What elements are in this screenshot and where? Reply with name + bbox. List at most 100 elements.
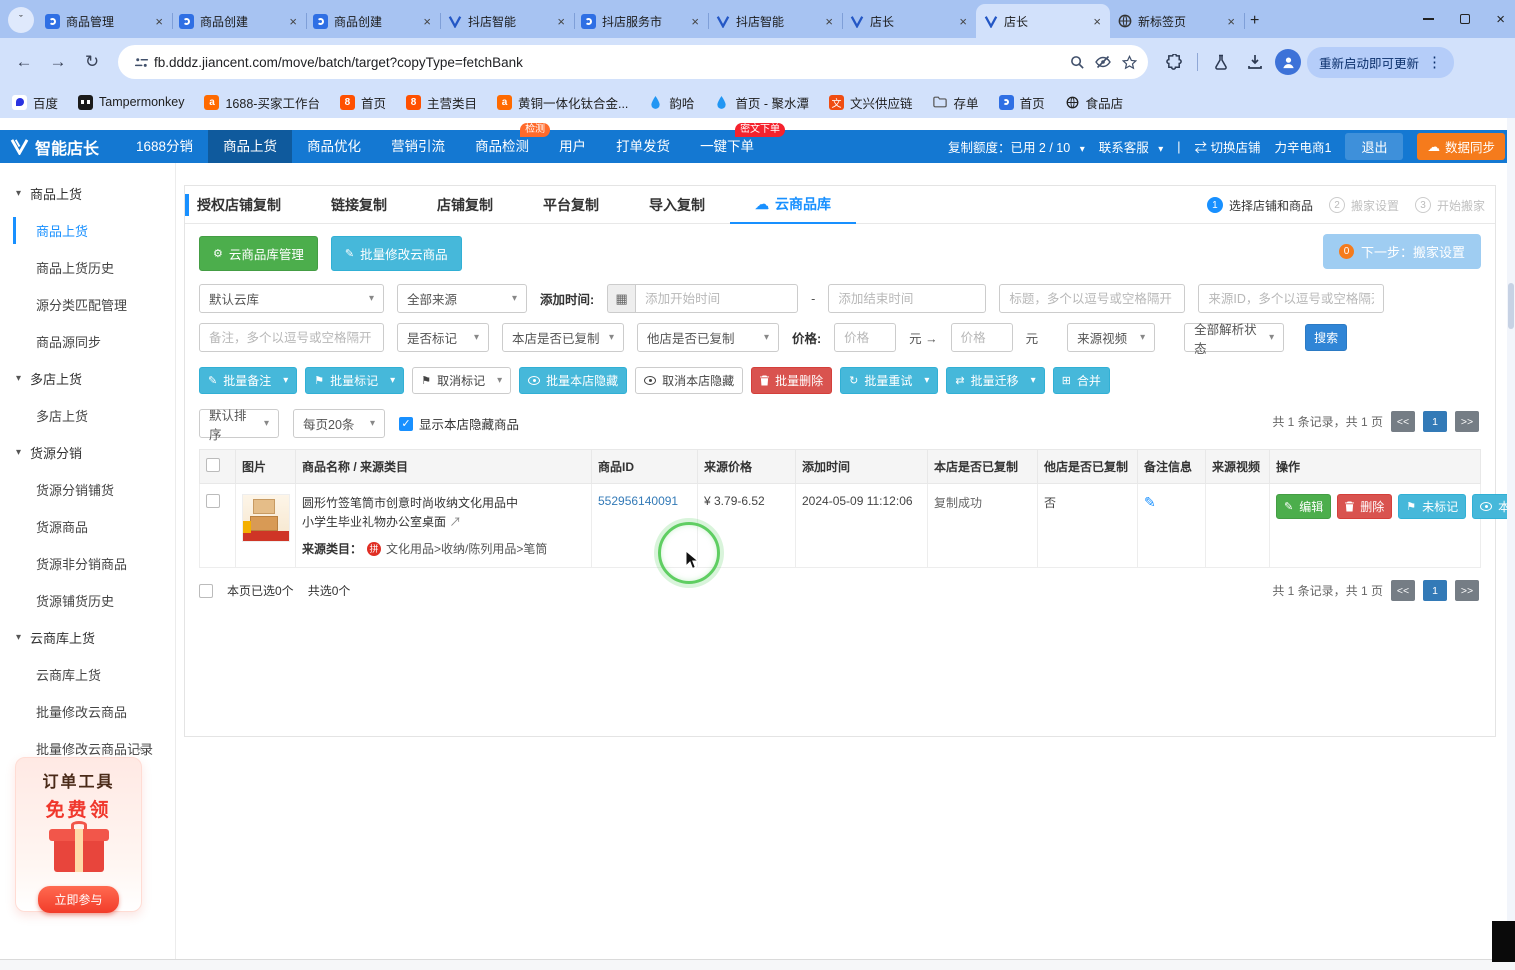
browser-tab[interactable]: 抖店智能 × bbox=[708, 4, 842, 38]
tab-authorized-copy[interactable]: 授权店铺复制 bbox=[191, 186, 306, 224]
note-input[interactable] bbox=[199, 323, 384, 352]
batch-retry-button[interactable]: ↻批量重试▾ bbox=[840, 367, 938, 394]
contact-service-dropdown[interactable]: 联系客服 ▾ bbox=[1099, 137, 1164, 156]
prev-page-button[interactable]: << bbox=[1391, 580, 1415, 601]
batch-delete-button[interactable]: 批量删除 bbox=[751, 367, 832, 394]
edit-note-icon[interactable]: ✎ bbox=[1144, 494, 1156, 510]
other-copied-select[interactable]: 他店是否已复制▾ bbox=[637, 323, 779, 352]
tab-close-icon[interactable]: × bbox=[153, 14, 165, 29]
sidebar-item-product-upload[interactable]: 商品上货 bbox=[0, 212, 175, 249]
logout-button[interactable]: 退出 bbox=[1345, 133, 1403, 160]
tab-close-icon[interactable]: × bbox=[1091, 14, 1103, 29]
sidebar-item-batch-edit-cloud[interactable]: 批量修改云商品 bbox=[0, 693, 175, 730]
site-info-icon[interactable] bbox=[128, 49, 154, 75]
bookmark-home1[interactable]: 8首页 bbox=[340, 93, 386, 112]
nav-item-product-upload[interactable]: 商品上货 bbox=[208, 130, 292, 163]
download-icon[interactable] bbox=[1241, 48, 1269, 76]
sidebar-item-cloud-upload[interactable]: 云商库上货 bbox=[0, 656, 175, 693]
unmarked-button[interactable]: ⚑未标记 bbox=[1398, 494, 1466, 519]
minimize-icon[interactable] bbox=[1423, 18, 1434, 20]
profile-avatar[interactable] bbox=[1275, 49, 1301, 75]
next-page-button[interactable]: >> bbox=[1455, 411, 1479, 432]
browser-tab[interactable]: 商品创建 × bbox=[306, 4, 440, 38]
external-link-icon[interactable]: ↗ bbox=[449, 515, 461, 529]
product-name-link[interactable]: 圆形竹签笔筒市创意时尚收纳文化用品中 小学生毕业礼物办公室桌面 ↗ bbox=[302, 494, 585, 531]
page-size-select[interactable]: 每页20条▾ bbox=[293, 409, 385, 438]
browser-tab[interactable]: 商品创建 × bbox=[172, 4, 306, 38]
nav-item-optimize[interactable]: 商品优化 bbox=[292, 130, 376, 163]
url-text[interactable]: fb.dddz.jiancent.com/move/batch/target?c… bbox=[154, 55, 1064, 70]
bookmark-wenxing[interactable]: 文文兴供应链 bbox=[829, 93, 913, 112]
product-image[interactable] bbox=[242, 494, 290, 542]
start-time-input[interactable] bbox=[635, 284, 798, 313]
sidebar-item-category-match[interactable]: 源分类匹配管理 bbox=[0, 286, 175, 323]
window-close-icon[interactable]: × bbox=[1496, 11, 1505, 28]
flask-icon[interactable] bbox=[1207, 48, 1235, 76]
calendar-icon[interactable]: ▦ bbox=[607, 284, 635, 313]
nav-item-marketing[interactable]: 营销引流 bbox=[376, 130, 460, 163]
page-scrollbar[interactable] bbox=[1507, 118, 1515, 959]
bookmark-foodshop[interactable]: 食品店 bbox=[1065, 93, 1124, 112]
back-icon[interactable]: ← bbox=[10, 48, 38, 76]
tab-close-icon[interactable]: × bbox=[823, 14, 835, 29]
cloud-store-select[interactable]: 默认云库▾ bbox=[199, 284, 384, 313]
select-all-checkbox[interactable] bbox=[206, 458, 220, 472]
nav-item-one-click-order[interactable]: 一键下单密文下单 bbox=[685, 130, 769, 163]
tab-cloud-library[interactable]: ☁云商品库 bbox=[730, 186, 856, 224]
nav-item-shipping[interactable]: 打单发货 bbox=[601, 130, 685, 163]
batch-migrate-button[interactable]: ⇄批量迁移▾ bbox=[946, 367, 1044, 394]
sidebar-item-multi-shop[interactable]: 多店上货 bbox=[0, 397, 175, 434]
page-1-button[interactable]: 1 bbox=[1423, 411, 1447, 432]
bookmark-tampermonkey[interactable]: Tampermonkey bbox=[78, 95, 184, 110]
sidebar-item-distribution-upload[interactable]: 货源分销铺货 bbox=[0, 471, 175, 508]
search-icon[interactable] bbox=[1064, 49, 1090, 75]
tab-shop-copy[interactable]: 店铺复制 bbox=[412, 186, 518, 224]
page-1-button[interactable]: 1 bbox=[1423, 580, 1447, 601]
cancel-hide-button[interactable]: 取消本店隐藏 bbox=[635, 367, 743, 394]
source-id-input[interactable] bbox=[1198, 284, 1384, 313]
tab-close-icon[interactable]: × bbox=[421, 14, 433, 29]
scrollbar-thumb[interactable] bbox=[1508, 283, 1514, 329]
cancel-mark-button[interactable]: ⚑取消标记▾ bbox=[412, 367, 511, 394]
new-tab-button[interactable]: + bbox=[1250, 12, 1259, 30]
bookmark-category[interactable]: 8主营类目 bbox=[406, 93, 477, 112]
sidebar-group-product-upload[interactable]: ▾商品上货 bbox=[0, 175, 175, 212]
batch-edit-cloud-button[interactable]: ✎批量修改云商品 bbox=[331, 236, 462, 271]
extensions-icon[interactable] bbox=[1160, 48, 1188, 76]
browser-tab[interactable]: 抖店智能 × bbox=[440, 4, 574, 38]
browser-tab[interactable]: 店长 × bbox=[842, 4, 976, 38]
browser-tab[interactable]: 新标签页 × bbox=[1110, 4, 1244, 38]
maximize-icon[interactable] bbox=[1460, 14, 1470, 24]
price-max-input[interactable] bbox=[951, 323, 1013, 352]
bookmark-cundan[interactable]: 存单 bbox=[933, 93, 979, 112]
tab-import-copy[interactable]: 导入复制 bbox=[624, 186, 730, 224]
tab-close-icon[interactable]: × bbox=[1225, 14, 1237, 29]
parse-status-select[interactable]: 全部解析状态▾ bbox=[1184, 323, 1284, 352]
next-page-button[interactable]: >> bbox=[1455, 580, 1479, 601]
bookmark-1688[interactable]: a1688-买家工作台 bbox=[204, 93, 319, 112]
bookmark-yunha[interactable]: 韵哈 bbox=[648, 93, 694, 112]
nav-item-1688[interactable]: 1688分销 bbox=[121, 130, 208, 163]
browser-tab[interactable]: 抖店服务市 × bbox=[574, 4, 708, 38]
promo-join-button[interactable]: 立即参与 bbox=[38, 886, 118, 913]
footer-select-all-checkbox[interactable] bbox=[199, 584, 213, 598]
nav-item-users[interactable]: 用户 bbox=[544, 130, 601, 163]
sidebar-item-non-distribution[interactable]: 货源非分销商品 bbox=[0, 545, 175, 582]
bookmark-brass[interactable]: a黄铜一体化钛合金... bbox=[497, 93, 628, 112]
tab-close-icon[interactable]: × bbox=[957, 14, 969, 29]
sidebar-group-cloud-upload[interactable]: ▾云商库上货 bbox=[0, 619, 175, 656]
source-video-select[interactable]: 来源视频▾ bbox=[1067, 323, 1155, 352]
sidebar-group-multi-shop[interactable]: ▾多店上货 bbox=[0, 360, 175, 397]
bookmark-baidu[interactable]: 百度 bbox=[12, 93, 58, 112]
price-min-input[interactable] bbox=[834, 323, 896, 352]
tab-link-copy[interactable]: 链接复制 bbox=[306, 186, 412, 224]
bookmark-jushuitan[interactable]: 首页 - 聚水潭 bbox=[714, 93, 809, 112]
source-select[interactable]: 全部来源▾ bbox=[397, 284, 527, 313]
sidebar-item-supply-products[interactable]: 货源商品 bbox=[0, 508, 175, 545]
tab-close-icon[interactable]: × bbox=[689, 14, 701, 29]
search-button[interactable]: 搜索 bbox=[1305, 324, 1347, 351]
browser-menu-icon[interactable]: ⋮ bbox=[1427, 53, 1442, 71]
batch-mark-button[interactable]: ⚑批量标记▾ bbox=[305, 367, 404, 394]
merge-button[interactable]: ⊞合并 bbox=[1053, 367, 1110, 394]
app-logo[interactable]: 智能店长 bbox=[10, 135, 99, 159]
